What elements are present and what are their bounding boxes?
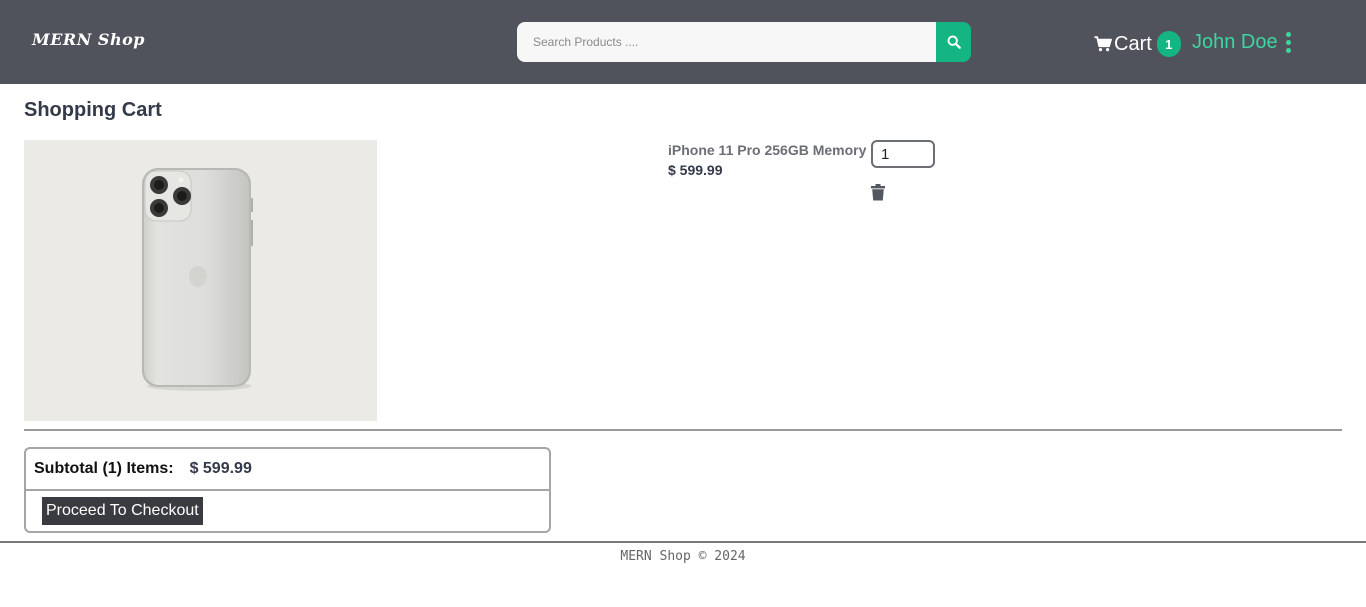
user-name: John Doe xyxy=(1192,31,1278,53)
quantity-input[interactable] xyxy=(871,140,935,168)
search-icon xyxy=(947,35,961,49)
cart-icon xyxy=(1094,36,1112,52)
search-input[interactable] xyxy=(517,22,936,62)
cart-item-name[interactable]: iPhone 11 Pro 256GB Memory xyxy=(668,142,866,158)
subtotal-row: Subtotal (1) Items: $ 599.99 xyxy=(26,449,549,491)
remove-item-button[interactable] xyxy=(869,182,887,202)
phone-image xyxy=(24,140,377,421)
subtotal-value: $ 599.99 xyxy=(189,460,252,477)
navbar: MERN Shop Cart 1 John Doe xyxy=(0,0,1366,84)
trash-icon xyxy=(871,183,885,200)
cart-label: Cart xyxy=(1114,32,1152,55)
cart-link[interactable]: Cart 1 xyxy=(1094,30,1181,58)
cart-item-price: $ 599.99 xyxy=(668,162,723,178)
user-menu[interactable]: John Doe xyxy=(1192,31,1291,54)
page-title: Shopping Cart xyxy=(24,99,162,121)
search-button[interactable] xyxy=(936,22,971,62)
logo[interactable]: MERN Shop xyxy=(32,30,145,49)
footer-divider xyxy=(0,541,1366,543)
order-summary: Subtotal (1) Items: $ 599.99 Proceed To … xyxy=(24,447,551,533)
footer-text: MERN Shop © 2024 xyxy=(620,549,746,564)
cart-count-badge: 1 xyxy=(1156,31,1181,57)
subtotal-label: Subtotal (1) Items: xyxy=(34,460,174,477)
checkout-button[interactable]: Proceed To Checkout xyxy=(42,497,203,525)
section-divider xyxy=(24,429,1342,431)
product-image[interactable] xyxy=(24,140,377,421)
checkout-row: Proceed To Checkout xyxy=(26,491,549,531)
kebab-menu-icon[interactable] xyxy=(1285,32,1291,53)
search-bar xyxy=(517,22,971,62)
